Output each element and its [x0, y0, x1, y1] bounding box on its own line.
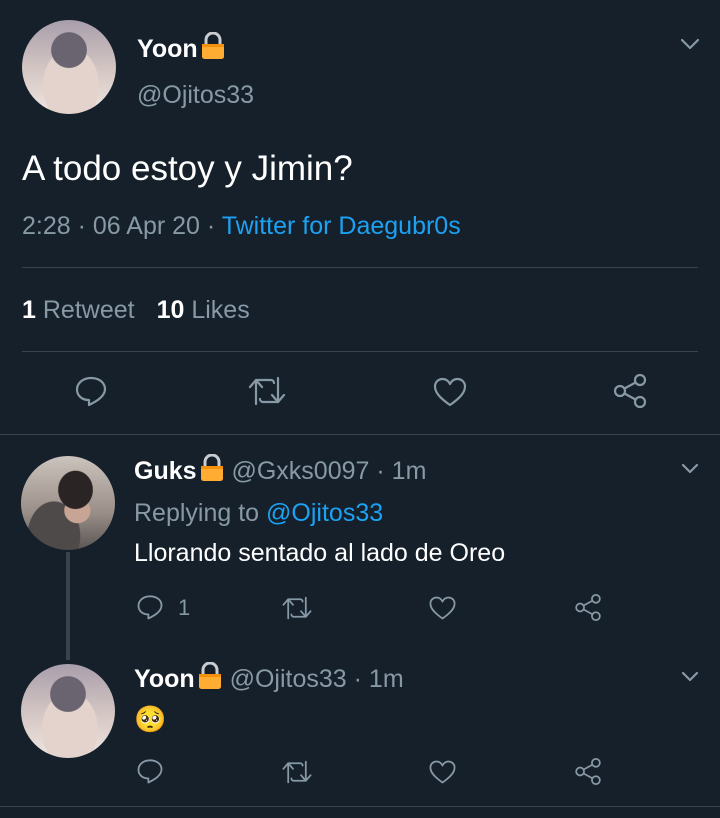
lock-icon — [200, 454, 223, 481]
meta-separator: · — [206, 212, 216, 240]
lock-icon — [198, 662, 221, 689]
chevron-down-icon[interactable] — [681, 463, 699, 475]
divider — [22, 267, 698, 268]
heart-icon[interactable] — [428, 759, 457, 785]
retweet-icon[interactable] — [247, 375, 287, 407]
retweet-icon[interactable] — [281, 595, 313, 621]
reply-count: 1 — [178, 595, 191, 620]
chevron-down-icon[interactable] — [680, 37, 700, 51]
handle[interactable]: @Ojitos33 — [137, 79, 254, 111]
like-count: 10 — [156, 296, 185, 324]
handle[interactable]: @Gxks0097 — [231, 457, 369, 485]
handle[interactable]: @Ojitos33 — [230, 665, 347, 693]
reply-icon[interactable] — [74, 374, 108, 408]
reply-header: Yoon @Ojitos33 · 1m — [134, 662, 404, 695]
divider — [22, 351, 698, 352]
reply-text: Llorando sentado al lado de Oreo — [134, 539, 506, 567]
meta-separator: · — [77, 212, 86, 240]
main-tweet-author[interactable]: Yoon — [137, 32, 226, 65]
reply-icon[interactable] — [136, 593, 164, 621]
replying-prefix: Replying to — [134, 499, 260, 527]
chevron-down-icon[interactable] — [681, 671, 699, 683]
retweet-label: Retweet — [42, 296, 135, 324]
avatar[interactable] — [21, 456, 115, 550]
share-icon[interactable] — [573, 593, 603, 622]
display-name[interactable]: Guks — [134, 457, 197, 485]
tweet-text: A todo estoy y Jimin? — [22, 149, 353, 188]
avatar[interactable] — [22, 20, 116, 114]
lock-icon — [201, 32, 224, 59]
section-divider — [0, 434, 720, 435]
retweets-stat[interactable]: 1 Retweet — [22, 296, 135, 324]
display-name[interactable]: Yoon — [134, 665, 195, 693]
reply-age: 1m — [368, 665, 404, 693]
reply-icon[interactable] — [136, 757, 164, 785]
likes-stat[interactable]: 10 Likes — [157, 296, 250, 324]
avatar[interactable] — [21, 664, 115, 758]
tweet-source-link[interactable]: Twitter for Daegubr0s — [222, 212, 461, 240]
tweet-stats: 1 Retweet 10 Likes — [22, 294, 250, 326]
retweet-count: 1 — [22, 296, 36, 324]
replying-handle-link[interactable]: @Ojitos33 — [266, 499, 383, 527]
heart-icon[interactable] — [428, 595, 457, 621]
meta-separator: · — [376, 457, 385, 485]
reply-text: 🥺 — [134, 704, 167, 734]
tweet-time: 2:28 — [22, 212, 71, 240]
thread-line — [66, 552, 70, 660]
retweet-icon[interactable] — [281, 759, 313, 785]
like-label: Likes — [191, 296, 250, 324]
tweet-meta: 2:28 · 06 Apr 20 · Twitter for Daegubr0s — [22, 209, 461, 243]
section-divider — [0, 806, 720, 807]
replying-to: Replying to @Ojitos33 — [134, 497, 383, 529]
reply-age: 1m — [391, 457, 427, 485]
heart-icon[interactable] — [432, 376, 468, 408]
meta-separator: · — [353, 665, 362, 693]
reply-header: Guks @Gxks0097 · 1m — [134, 454, 426, 487]
tweet-date: 06 Apr 20 — [92, 212, 200, 240]
share-icon[interactable] — [611, 373, 649, 409]
display-name: Yoon — [137, 35, 198, 63]
share-icon[interactable] — [573, 757, 603, 786]
